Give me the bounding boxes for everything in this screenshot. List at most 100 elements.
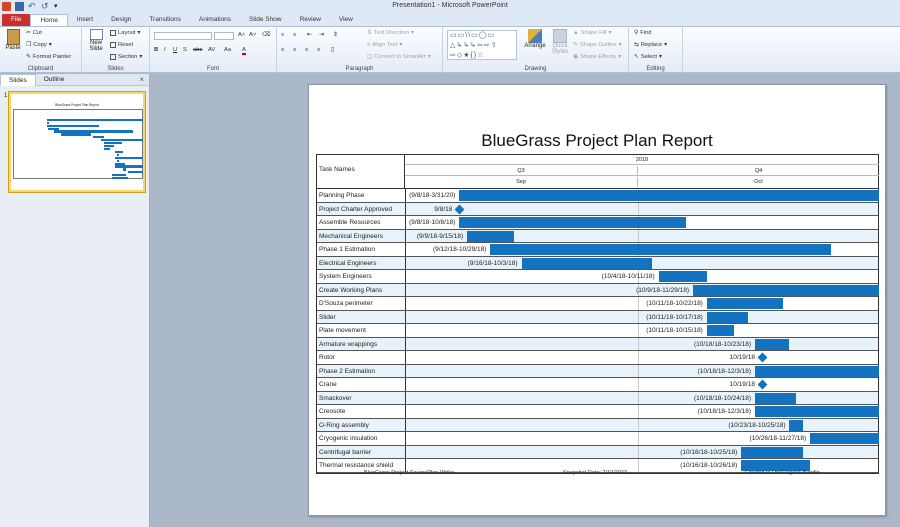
tab-transitions[interactable]: Transitions — [140, 14, 190, 26]
gantt-row[interactable]: Slider (10/11/18-10/17/18) — [317, 310, 878, 324]
shadow-button[interactable]: S — [183, 47, 187, 53]
slide-thumbnail[interactable]: BlueGrass Project Plan Report — [8, 91, 146, 193]
justify-button[interactable]: ≡ — [317, 47, 320, 53]
gantt-row[interactable]: Crane 10/19/18 — [317, 378, 878, 392]
slide-title[interactable]: BlueGrass Project Plan Report — [309, 131, 885, 151]
cut-button[interactable]: ✂ Cut — [26, 30, 42, 36]
task-bar[interactable] — [741, 446, 804, 458]
gantt-row[interactable]: Planning Phase (9/8/18-3/31/20) — [317, 189, 879, 203]
milestone-diamond[interactable] — [454, 204, 465, 214]
task-bar[interactable] — [459, 217, 687, 228]
gantt-row[interactable]: System Engineers (10/4/18-10/11/18) — [317, 270, 878, 284]
tab-outline[interactable]: Outline — [36, 74, 73, 85]
strikethrough-button[interactable]: abc — [193, 47, 202, 53]
task-column-divider — [405, 216, 406, 229]
task-bar[interactable] — [755, 392, 797, 404]
gantt-row[interactable]: O-Ring assembly (10/23/18-10/25/18) — [317, 418, 878, 432]
tab-slides[interactable]: Slides — [0, 73, 36, 86]
gantt-row[interactable]: Phase 2 Estimation (10/18/18-12/3/18) — [317, 364, 879, 378]
paste-button[interactable]: Paste — [3, 29, 23, 51]
shapes-gallery[interactable]: ▭▭\\▭◯▭ △↳↳↳⇦⇨⇧ ⇨◇★{}☆ — [447, 30, 517, 60]
section-button[interactable]: Section ▾ — [110, 54, 142, 60]
milestone-diamond[interactable] — [757, 352, 768, 363]
gantt-row[interactable]: D'Souza perimeter (10/11/18-10/22/18) — [317, 297, 878, 311]
quick-styles-button[interactable]: Quick Styles — [549, 29, 571, 55]
task-bar[interactable] — [521, 257, 652, 269]
gantt-row[interactable]: Create Working Plans (10/9/18-11/29/18) — [317, 283, 879, 297]
shape-effects-button[interactable]: ◉ Shape Effects ▾ — [573, 54, 621, 60]
task-bar[interactable] — [706, 325, 735, 336]
font-color-button[interactable]: A — [242, 47, 246, 55]
shape-fill-button[interactable]: ▲ Shape Fill ▾ — [573, 30, 611, 36]
italic-button[interactable]: I — [164, 47, 166, 53]
numbering-button[interactable]: ≡ — [293, 32, 296, 38]
gantt-row[interactable]: Electrical Engineers (9/16/18-10/3/18) — [317, 256, 878, 270]
tab-home[interactable]: Home — [30, 14, 68, 26]
task-bar[interactable] — [755, 406, 879, 417]
task-bar[interactable] — [789, 419, 804, 431]
gantt-row[interactable]: Armature wrappings (10/18/18-10/23/18) — [317, 337, 878, 351]
text-direction-button[interactable]: ⇅ Text Direction ▾ — [367, 30, 414, 36]
align-left-button[interactable]: ≡ — [281, 47, 284, 53]
bold-button[interactable]: B — [154, 47, 158, 53]
tab-design[interactable]: Design — [102, 14, 140, 26]
shape-outline-button[interactable]: ✎ Shape Outline ▾ — [573, 42, 622, 48]
tab-view[interactable]: View — [330, 14, 362, 26]
reset-button[interactable]: Reset — [110, 42, 133, 48]
task-bar[interactable] — [755, 338, 790, 350]
task-bar[interactable] — [755, 365, 879, 377]
font-size-dropdown[interactable] — [214, 32, 234, 40]
gantt-row[interactable]: Project Charter Approved 9/8/18 — [317, 202, 878, 216]
gantt-row[interactable]: Creosote (10/18/18-12/3/18) — [317, 405, 879, 419]
underline-button[interactable]: U — [173, 47, 177, 53]
task-bar[interactable] — [490, 244, 831, 255]
character-spacing-button[interactable]: AV — [208, 47, 215, 53]
copy-button[interactable]: ❐ Copy ▾ — [26, 42, 52, 48]
new-slide-button[interactable]: New Slide — [85, 29, 107, 52]
tab-insert[interactable]: Insert — [68, 14, 102, 26]
gantt-row[interactable]: Cryogenic insulation (10/26/18-11/27/18) — [317, 432, 879, 446]
columns-button[interactable]: ▯ — [331, 47, 334, 53]
replace-button[interactable]: ⇆ Replace ▾ — [634, 42, 667, 48]
tab-file[interactable]: File — [2, 14, 31, 26]
grow-font-button[interactable]: A˄ — [238, 32, 245, 38]
task-bar[interactable] — [459, 190, 879, 201]
milestone-diamond[interactable] — [757, 379, 768, 390]
tab-slide-show[interactable]: Slide Show — [240, 14, 291, 26]
task-bar[interactable] — [467, 230, 514, 242]
change-case-button[interactable]: Aa — [224, 47, 231, 53]
find-button[interactable]: ⚲ Find — [634, 30, 652, 36]
gantt-row[interactable]: Phase 1 Estimation (9/12/18-10/29/18) — [317, 243, 878, 257]
tab-review[interactable]: Review — [291, 14, 330, 26]
gantt-row[interactable]: Rotor 10/19/18 — [317, 351, 878, 365]
line-spacing-button[interactable]: ⇕ — [333, 32, 338, 38]
format-painter-button[interactable]: ✎ Format Painter — [26, 54, 71, 60]
gantt-row[interactable]: Assemble Resources (9/8/18-10/8/18) — [317, 216, 878, 230]
gantt-row[interactable]: Centrifugal barrier (10/16/18-10/25/18) — [317, 445, 878, 459]
task-bar[interactable] — [810, 433, 879, 444]
gantt-chart[interactable]: Task Names 2018 Q3 Q4 Sep Oct Planning P… — [316, 154, 879, 474]
close-panel-icon[interactable]: × — [139, 75, 144, 84]
align-right-button[interactable]: ≡ — [305, 47, 308, 53]
center-button[interactable]: ≡ — [293, 47, 296, 53]
task-bar[interactable] — [693, 284, 879, 296]
gantt-row[interactable]: Plate movement (10/11/18-10/15/18) — [317, 324, 878, 338]
gantt-row[interactable]: Mechanical Engineers (9/9/18-9/15/18) — [317, 229, 878, 243]
slide-canvas[interactable]: BlueGrass Project Plan Report Task Names… — [308, 84, 886, 516]
align-text-button[interactable]: ≡ Align Text ▾ — [367, 42, 402, 48]
gantt-row[interactable]: Smackover (10/18/18-10/24/18) — [317, 391, 878, 405]
select-button[interactable]: ↖ Select ▾ — [634, 54, 662, 60]
bullets-button[interactable]: ≡ — [281, 32, 284, 38]
decrease-indent-button[interactable]: ⇤ — [307, 32, 312, 38]
task-bar[interactable] — [706, 298, 783, 309]
layout-button[interactable]: Layout ▾ — [110, 30, 140, 36]
task-bar[interactable] — [706, 311, 749, 323]
font-name-dropdown[interactable] — [154, 32, 212, 40]
increase-indent-button[interactable]: ⇥ — [319, 32, 324, 38]
clear-formatting-button[interactable]: ⌫ — [262, 32, 270, 38]
tab-animations[interactable]: Animations — [190, 14, 240, 26]
arrange-button[interactable]: Arrange — [523, 29, 547, 49]
shrink-font-button[interactable]: A˅ — [249, 32, 256, 38]
task-bar[interactable] — [658, 271, 707, 282]
convert-smartart-button[interactable]: ◫ Convert to SmartArt ▾ — [367, 54, 431, 60]
